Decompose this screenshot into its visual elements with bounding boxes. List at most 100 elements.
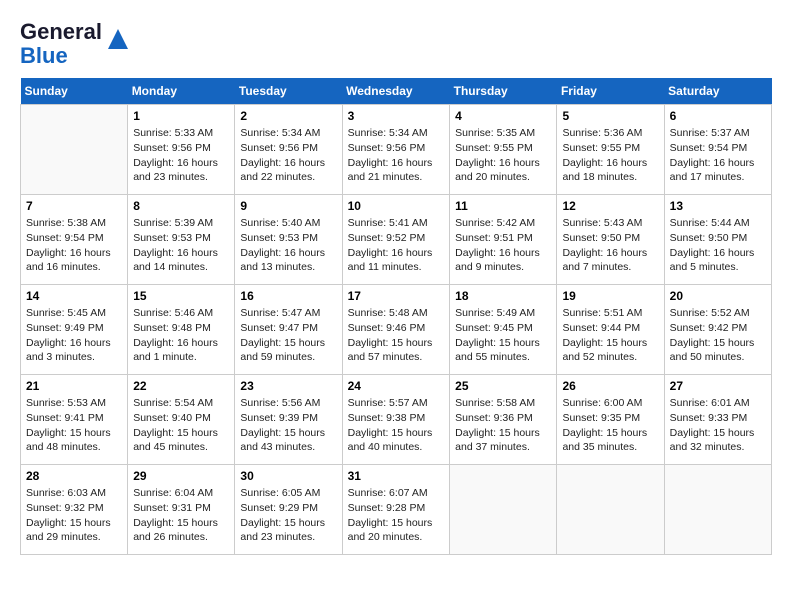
day-number: 30 (240, 469, 336, 483)
calendar-cell: 19Sunrise: 5:51 AMSunset: 9:44 PMDayligh… (557, 285, 664, 375)
day-info: Sunrise: 6:03 AMSunset: 9:32 PMDaylight:… (26, 486, 122, 545)
sunset-text: Sunset: 9:46 PM (348, 321, 445, 336)
sunset-text: Sunset: 9:47 PM (240, 321, 336, 336)
daylight-text: Daylight: 15 hours and 32 minutes. (670, 426, 766, 455)
sunrise-text: Sunrise: 5:38 AM (26, 216, 122, 231)
calendar-cell: 29 Sunrise: 6:04 AMSunset: 9:31 PMDayligh… (128, 465, 235, 555)
daylight-text: Daylight: 15 hours and 35 minutes. (562, 426, 658, 455)
calendar-cell: 6 Sunrise: 5:37 AMSunset: 9:54 PMDaylight… (664, 105, 771, 195)
sunrise-text: Sunrise: 6:01 AM (670, 396, 766, 411)
weekday-header: Saturday (664, 78, 771, 105)
day-info: Sunrise: 5:35 AMSunset: 9:55 PMDaylight:… (455, 126, 551, 185)
day-number: 29 (133, 469, 229, 483)
day-info: Sunrise: 5:42 AMSunset: 9:51 PMDaylight:… (455, 216, 551, 275)
sunrise-text: Sunrise: 6:04 AM (133, 486, 229, 501)
daylight-text: Daylight: 16 hours and 14 minutes. (133, 246, 229, 275)
sunrise-text: Sunrise: 5:35 AM (455, 126, 551, 141)
day-number: 6 (670, 109, 766, 123)
calendar-cell: 15 Sunrise: 5:46 AMSunset: 9:48 PMDayligh… (128, 285, 235, 375)
weekday-header: Monday (128, 78, 235, 105)
daylight-text: Daylight: 16 hours and 13 minutes. (240, 246, 336, 275)
sunset-text: Sunset: 9:53 PM (133, 231, 229, 246)
day-info: Sunrise: 5:53 AMSunset: 9:41 PMDaylight:… (26, 396, 122, 455)
day-number: 15 (133, 289, 229, 303)
page-header: GeneralBlue (20, 20, 772, 68)
day-info: Sunrise: 5:46 AMSunset: 9:48 PMDaylight:… (133, 306, 229, 365)
weekday-header: Thursday (450, 78, 557, 105)
day-number: 31 (348, 469, 445, 483)
sunrise-text: Sunrise: 5:47 AM (240, 306, 336, 321)
sunset-text: Sunset: 9:48 PM (133, 321, 229, 336)
sunset-text: Sunset: 9:56 PM (240, 141, 336, 156)
day-number: 9 (240, 199, 336, 213)
sunrise-text: Sunrise: 5:57 AM (348, 396, 445, 411)
calendar-week-row: 7Sunrise: 5:38 AMSunset: 9:54 PMDaylight… (21, 195, 772, 285)
daylight-text: Daylight: 16 hours and 20 minutes. (455, 156, 551, 185)
calendar-cell: 27Sunrise: 6:01 AMSunset: 9:33 PMDayligh… (664, 375, 771, 465)
sunrise-text: Sunrise: 6:07 AM (348, 486, 445, 501)
day-number: 5 (562, 109, 658, 123)
day-info: Sunrise: 6:00 AMSunset: 9:35 PMDaylight:… (562, 396, 658, 455)
sunrise-text: Sunrise: 5:52 AM (670, 306, 766, 321)
sunrise-text: Sunrise: 5:37 AM (670, 126, 766, 141)
calendar-cell: 28 Sunrise: 6:03 AMSunset: 9:32 PMDayligh… (21, 465, 128, 555)
sunset-text: Sunset: 9:35 PM (562, 411, 658, 426)
calendar-cell: 30Sunrise: 6:05 AMSunset: 9:29 PMDayligh… (235, 465, 342, 555)
day-info: Sunrise: 5:33 AMSunset: 9:56 PMDaylight:… (133, 126, 229, 185)
sunrise-text: Sunrise: 5:46 AM (133, 306, 229, 321)
sunset-text: Sunset: 9:38 PM (348, 411, 445, 426)
sunrise-text: Sunrise: 5:54 AM (133, 396, 229, 411)
day-info: Sunrise: 5:47 AMSunset: 9:47 PMDaylight:… (240, 306, 336, 365)
sunset-text: Sunset: 9:50 PM (562, 231, 658, 246)
day-number: 7 (26, 199, 122, 213)
calendar-cell: 5Sunrise: 5:36 AMSunset: 9:55 PMDaylight… (557, 105, 664, 195)
calendar-cell: 24Sunrise: 5:57 AMSunset: 9:38 PMDayligh… (342, 375, 450, 465)
calendar-cell: 26Sunrise: 6:00 AMSunset: 9:35 PMDayligh… (557, 375, 664, 465)
sunrise-text: Sunrise: 5:40 AM (240, 216, 336, 231)
weekday-header: Sunday (21, 78, 128, 105)
calendar-cell: 7Sunrise: 5:38 AMSunset: 9:54 PMDaylight… (21, 195, 128, 285)
calendar-cell (21, 105, 128, 195)
daylight-text: Daylight: 16 hours and 17 minutes. (670, 156, 766, 185)
daylight-text: Daylight: 15 hours and 50 minutes. (670, 336, 766, 365)
daylight-text: Daylight: 16 hours and 9 minutes. (455, 246, 551, 275)
sunset-text: Sunset: 9:51 PM (455, 231, 551, 246)
calendar-week-row: 21Sunrise: 5:53 AMSunset: 9:41 PMDayligh… (21, 375, 772, 465)
sunrise-text: Sunrise: 6:03 AM (26, 486, 122, 501)
day-info: Sunrise: 5:39 AMSunset: 9:53 PMDaylight:… (133, 216, 229, 275)
day-number: 19 (562, 289, 658, 303)
day-number: 20 (670, 289, 766, 303)
logo-text: GeneralBlue (20, 20, 102, 68)
logo-icon (104, 25, 132, 53)
daylight-text: Daylight: 15 hours and 23 minutes. (240, 516, 336, 545)
day-info: Sunrise: 5:44 AMSunset: 9:50 PMDaylight:… (670, 216, 766, 275)
calendar-cell (557, 465, 664, 555)
sunrise-text: Sunrise: 5:43 AM (562, 216, 658, 231)
day-info: Sunrise: 5:40 AMSunset: 9:53 PMDaylight:… (240, 216, 336, 275)
weekday-header: Wednesday (342, 78, 450, 105)
sunset-text: Sunset: 9:39 PM (240, 411, 336, 426)
sunset-text: Sunset: 9:42 PM (670, 321, 766, 336)
calendar-cell: 12Sunrise: 5:43 AMSunset: 9:50 PMDayligh… (557, 195, 664, 285)
calendar-cell: 17Sunrise: 5:48 AMSunset: 9:46 PMDayligh… (342, 285, 450, 375)
calendar-cell: 10Sunrise: 5:41 AMSunset: 9:52 PMDayligh… (342, 195, 450, 285)
sunset-text: Sunset: 9:54 PM (670, 141, 766, 156)
sunrise-text: Sunrise: 5:34 AM (348, 126, 445, 141)
day-info: Sunrise: 5:41 AMSunset: 9:52 PMDaylight:… (348, 216, 445, 275)
day-number: 1 (133, 109, 229, 123)
day-info: Sunrise: 6:07 AMSunset: 9:28 PMDaylight:… (348, 486, 445, 545)
sunrise-text: Sunrise: 5:39 AM (133, 216, 229, 231)
day-number: 13 (670, 199, 766, 213)
calendar-cell: 23Sunrise: 5:56 AMSunset: 9:39 PMDayligh… (235, 375, 342, 465)
sunset-text: Sunset: 9:52 PM (348, 231, 445, 246)
day-info: Sunrise: 5:54 AMSunset: 9:40 PMDaylight:… (133, 396, 229, 455)
day-info: Sunrise: 5:43 AMSunset: 9:50 PMDaylight:… (562, 216, 658, 275)
sunset-text: Sunset: 9:56 PM (348, 141, 445, 156)
calendar-cell (664, 465, 771, 555)
daylight-text: Daylight: 15 hours and 26 minutes. (133, 516, 229, 545)
daylight-text: Daylight: 16 hours and 7 minutes. (562, 246, 658, 275)
day-number: 14 (26, 289, 122, 303)
sunset-text: Sunset: 9:31 PM (133, 501, 229, 516)
day-number: 28 (26, 469, 122, 483)
sunset-text: Sunset: 9:50 PM (670, 231, 766, 246)
